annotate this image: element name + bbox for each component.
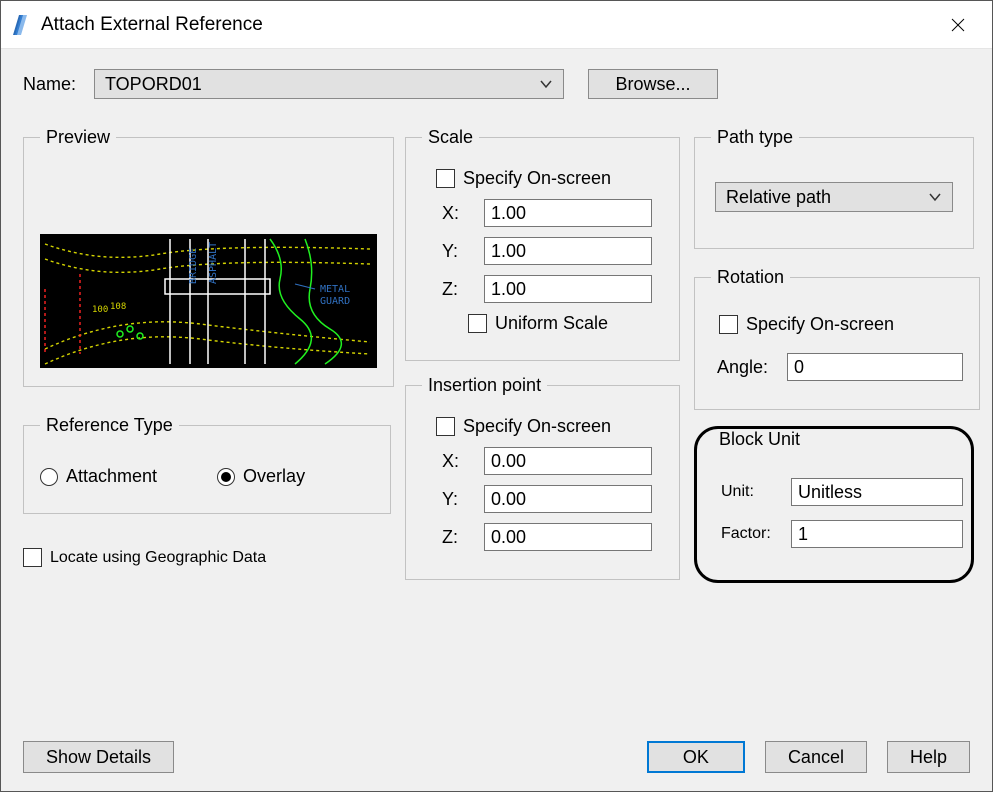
radio-icon bbox=[40, 468, 58, 486]
rotation-specify-label: Specify On-screen bbox=[746, 314, 894, 335]
checkbox-icon bbox=[719, 315, 738, 334]
help-button[interactable]: Help bbox=[887, 741, 970, 773]
block-factor-label: Factor: bbox=[721, 525, 777, 543]
rotation-group: Rotation Specify On-screen Angle: bbox=[694, 267, 980, 410]
insertion-x-label: X: bbox=[442, 451, 470, 472]
name-label: Name: bbox=[23, 74, 76, 95]
preview-text-bridge: BRIDGE bbox=[188, 248, 199, 284]
titlebar: Attach External Reference bbox=[1, 1, 992, 49]
scale-y-input[interactable] bbox=[484, 237, 652, 265]
chevron-down-icon bbox=[539, 77, 553, 91]
name-row: Name: TOPORD01 Browse... bbox=[23, 69, 974, 99]
radio-icon-selected bbox=[217, 468, 235, 486]
block-factor-value bbox=[791, 520, 963, 548]
preview-group: Preview bbox=[23, 127, 394, 387]
attachment-radio[interactable]: Attachment bbox=[40, 466, 157, 487]
preview-text-metal: METAL bbox=[320, 284, 350, 295]
insertion-x-input[interactable] bbox=[484, 447, 652, 475]
scale-x-input[interactable] bbox=[484, 199, 652, 227]
svg-text:108: 108 bbox=[110, 302, 126, 312]
browse-button[interactable]: Browse... bbox=[588, 69, 718, 99]
name-select[interactable]: TOPORD01 bbox=[94, 69, 564, 99]
reference-type-legend: Reference Type bbox=[40, 415, 179, 436]
path-type-value: Relative path bbox=[726, 187, 831, 208]
scale-z-label: Z: bbox=[442, 279, 470, 300]
scale-specify-label: Specify On-screen bbox=[463, 168, 611, 189]
name-select-value: TOPORD01 bbox=[105, 74, 202, 95]
reference-type-group: Reference Type Attachment Overlay bbox=[23, 415, 391, 514]
block-unit-legend: Block Unit bbox=[717, 429, 802, 450]
dialog-content: Name: TOPORD01 Browse... Preview bbox=[1, 49, 992, 791]
insertion-point-group: Insertion point Specify On-screen X: Y: bbox=[405, 375, 680, 580]
block-unit-group: Block Unit Unit: Factor: bbox=[697, 429, 979, 580]
block-unit-value bbox=[791, 478, 963, 506]
block-unit-highlight: Block Unit Unit: Factor: bbox=[694, 426, 974, 583]
locate-label: Locate using Geographic Data bbox=[50, 549, 266, 567]
insertion-z-input[interactable] bbox=[484, 523, 652, 551]
window-title: Attach External Reference bbox=[41, 14, 936, 36]
scale-group: Scale Specify On-screen X: Y: Z: bbox=[405, 127, 680, 361]
checkbox-icon bbox=[436, 169, 455, 188]
scale-x-label: X: bbox=[442, 203, 470, 224]
ok-button[interactable]: OK bbox=[647, 741, 745, 773]
scale-legend: Scale bbox=[422, 127, 479, 148]
insertion-y-input[interactable] bbox=[484, 485, 652, 513]
scale-y-label: Y: bbox=[442, 241, 470, 262]
dialog-attach-external-reference: Attach External Reference Name: TOPORD01… bbox=[0, 0, 993, 792]
checkbox-icon bbox=[23, 548, 42, 567]
preview-legend: Preview bbox=[40, 127, 116, 148]
overlay-radio[interactable]: Overlay bbox=[217, 466, 305, 487]
block-unit-label: Unit: bbox=[721, 483, 777, 501]
svg-text:100: 100 bbox=[92, 305, 108, 315]
dialog-footer: Show Details OK Cancel Help bbox=[23, 741, 970, 773]
locate-geographic-checkbox[interactable]: Locate using Geographic Data bbox=[23, 548, 391, 567]
angle-input[interactable] bbox=[787, 353, 963, 381]
overlay-label: Overlay bbox=[243, 466, 305, 487]
scale-z-input[interactable] bbox=[484, 275, 652, 303]
insertion-z-label: Z: bbox=[442, 527, 470, 548]
preview-text-guard: GUARD bbox=[320, 296, 350, 307]
preview-canvas: ASPHALT BRIDGE METAL GUARD 100108 bbox=[40, 234, 377, 368]
checkbox-icon bbox=[468, 314, 487, 333]
insertion-y-label: Y: bbox=[442, 489, 470, 510]
insertion-legend: Insertion point bbox=[422, 375, 547, 396]
preview-text-asphalt: ASPHALT bbox=[208, 242, 219, 284]
close-button[interactable] bbox=[936, 10, 980, 40]
cancel-button[interactable]: Cancel bbox=[765, 741, 867, 773]
uniform-scale-label: Uniform Scale bbox=[495, 313, 608, 334]
insertion-specify-label: Specify On-screen bbox=[463, 416, 611, 437]
angle-label: Angle: bbox=[717, 357, 773, 378]
rotation-legend: Rotation bbox=[711, 267, 790, 288]
show-details-button[interactable]: Show Details bbox=[23, 741, 174, 773]
close-icon bbox=[951, 18, 965, 32]
autocad-icon bbox=[11, 13, 29, 37]
path-type-legend: Path type bbox=[711, 127, 799, 148]
attachment-label: Attachment bbox=[66, 466, 157, 487]
chevron-down-icon bbox=[928, 190, 942, 204]
checkbox-icon bbox=[436, 417, 455, 436]
path-type-group: Path type Relative path bbox=[694, 127, 974, 249]
path-type-select[interactable]: Relative path bbox=[715, 182, 953, 212]
